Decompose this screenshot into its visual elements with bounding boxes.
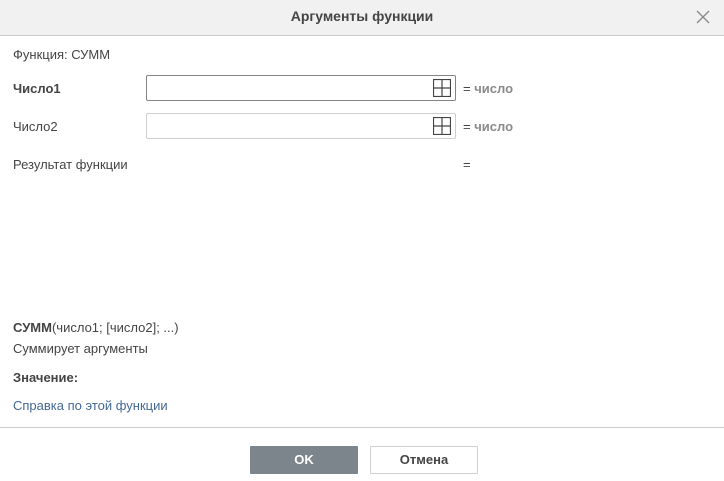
- value-label: Значение:: [13, 370, 79, 385]
- arg2-select-range-button[interactable]: [433, 117, 451, 135]
- arg1-type-prefix: =: [463, 81, 475, 96]
- result-value: =: [463, 157, 471, 172]
- arg1-input[interactable]: [147, 76, 439, 100]
- arg1-field[interactable]: [146, 75, 456, 101]
- footer-divider: [0, 427, 724, 428]
- cancel-button[interactable]: Отмена: [370, 446, 478, 474]
- arg2-type: = число: [463, 119, 513, 134]
- arg2-type-prefix: =: [463, 119, 475, 134]
- function-description: Суммирует аргументы: [13, 341, 148, 356]
- syntax-arguments: (число1; [число2]; ...): [51, 320, 179, 335]
- dialog-header: Аргументы функции: [0, 0, 724, 36]
- arg2-label: Число2: [13, 119, 58, 134]
- close-icon: [696, 10, 710, 24]
- function-name-label: Функция: СУММ: [13, 47, 111, 62]
- arg1-type-word: число: [474, 81, 514, 96]
- arg2-input[interactable]: [147, 114, 439, 138]
- arg1-type: = число: [463, 81, 513, 96]
- syntax-function-name: СУММ: [13, 320, 52, 335]
- select-range-icon: [433, 117, 451, 135]
- select-range-icon: [433, 79, 451, 97]
- ok-button[interactable]: OK: [250, 446, 358, 474]
- function-syntax: СУММ(число1; [число2]; ...): [13, 320, 179, 335]
- close-button[interactable]: [692, 6, 714, 28]
- dialog-title: Аргументы функции: [290, 8, 434, 24]
- arg2-field[interactable]: [146, 113, 456, 139]
- result-label: Результат функции: [13, 157, 128, 172]
- function-help-link[interactable]: Справка по этой функции: [13, 398, 168, 413]
- function-arguments-dialog: Аргументы функции Функция: СУММ Число1 =…: [0, 0, 724, 481]
- arg1-select-range-button[interactable]: [433, 79, 451, 97]
- arg2-type-word: число: [474, 119, 514, 134]
- arg1-label: Число1: [13, 81, 61, 96]
